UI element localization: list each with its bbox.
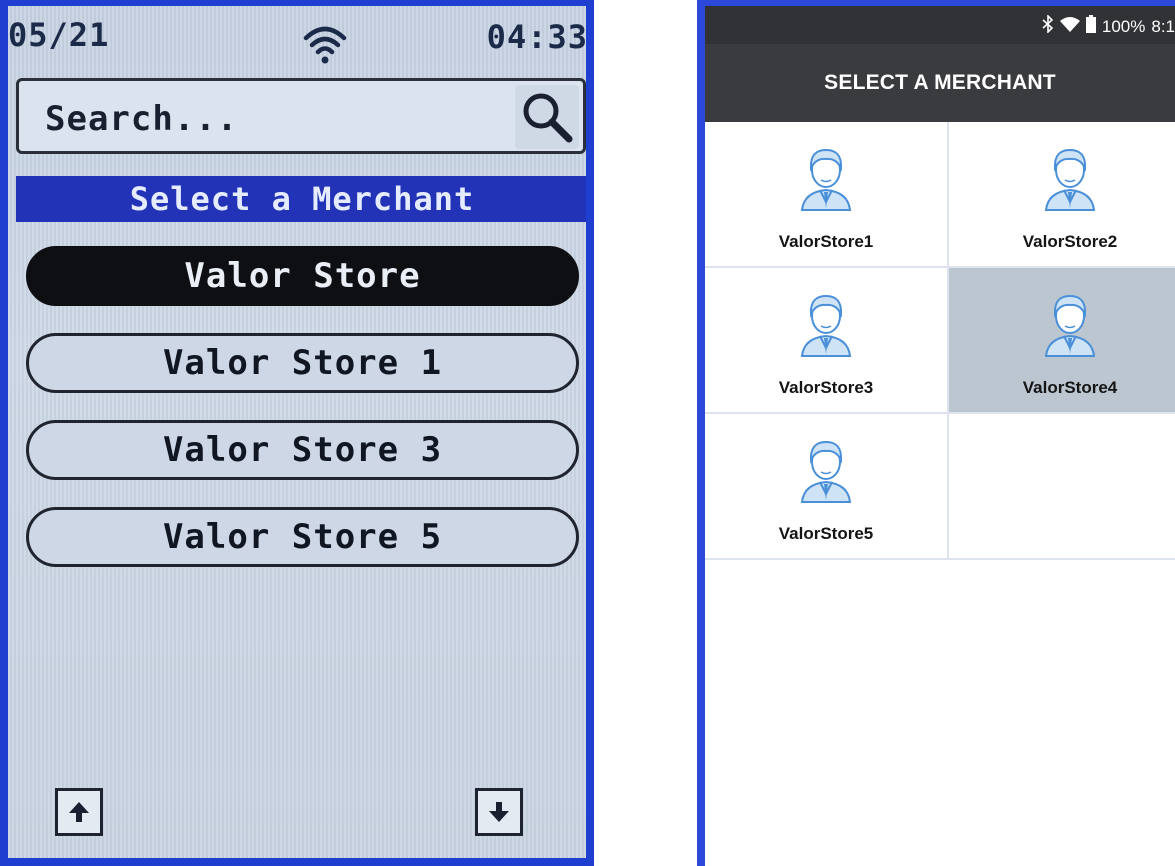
scroll-down-button[interactable] [475, 788, 523, 836]
user-avatar-icon [1042, 288, 1098, 358]
android-screen: 100% 8:1 SELECT A MERCHANT ValorStore1 V… [697, 0, 1175, 866]
user-avatar-icon [798, 142, 854, 212]
user-avatar-icon [798, 434, 854, 504]
arrow-up-icon [69, 802, 89, 822]
merchant-item-valor-store-3[interactable]: Valor Store 3 [26, 420, 579, 480]
merchant-tile-label: ValorStore3 [778, 378, 874, 397]
bluetooth-icon [1042, 14, 1054, 38]
merchant-tile-label: ValorStore4 [1022, 378, 1118, 397]
merchant-item-valor-store-5[interactable]: Valor Store 5 [26, 507, 579, 567]
merchant-tile-label: ValorStore2 [1022, 232, 1118, 251]
merchant-tile-valorstore1[interactable]: ValorStore1 [705, 122, 949, 268]
merchant-tile-valorstore4[interactable]: ValorStore4 [949, 268, 1175, 414]
empty-tile [949, 414, 1175, 560]
battery-percent: 100% [1101, 16, 1146, 36]
terminal-screen: 05/21 04:33 Search... Select a Merchant … [0, 0, 594, 866]
android-status-bar: 100% 8:1 [705, 6, 1175, 44]
merchant-item-valor-store-1[interactable]: Valor Store 1 [26, 333, 579, 393]
merchant-tile-valorstore3[interactable]: ValorStore3 [705, 268, 949, 414]
merchant-list-header: Select a Merchant [16, 176, 586, 222]
search-placeholder: Search... [45, 99, 239, 139]
scroll-up-button[interactable] [55, 788, 103, 836]
search-field[interactable]: Search... [16, 78, 586, 154]
user-avatar-icon [1042, 142, 1098, 212]
merchant-tile-label: ValorStore5 [778, 524, 874, 543]
merchant-tile-valorstore2[interactable]: ValorStore2 [949, 122, 1175, 268]
merchant-tile-valorstore5[interactable]: ValorStore5 [705, 414, 949, 560]
terminal-status-bar: 05/21 04:33 [8, 6, 586, 72]
merchant-item-valor-store[interactable]: Valor Store [26, 246, 579, 306]
user-avatar-icon [798, 288, 854, 358]
search-button[interactable] [515, 85, 579, 149]
merchant-tile-label: ValorStore1 [778, 232, 874, 251]
wifi-icon [302, 20, 348, 66]
arrow-down-icon [489, 802, 509, 822]
search-icon [523, 93, 573, 143]
status-time: 04:33 [486, 18, 588, 56]
page-title: SELECT A MERCHANT [705, 44, 1175, 122]
battery-icon [1085, 15, 1096, 38]
wifi-icon [1059, 16, 1080, 37]
status-date: 05/21 [8, 16, 110, 54]
status-time: 8:1 [1151, 16, 1175, 36]
